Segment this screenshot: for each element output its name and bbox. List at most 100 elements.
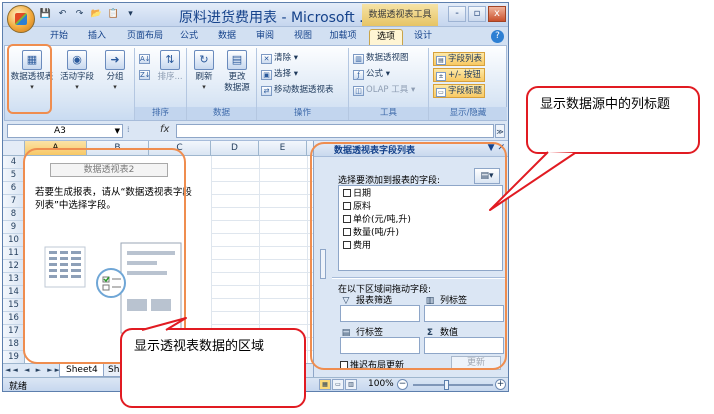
olap-tools-button[interactable]: ◫ OLAP 工具 ▾ [353,84,415,97]
row-header[interactable]: 18 [3,338,25,351]
zoom-level[interactable]: 100% [368,379,394,389]
select-button[interactable]: ▣ 选择 ▾ [261,68,298,81]
field-header-icon: ▭ [436,88,446,97]
sort-label: 排序... [157,72,183,82]
plusminus-icon: ± [436,72,446,81]
field-header-toggle[interactable]: ▭ 字段标题 [433,84,485,98]
sort-button[interactable]: ⇅ 排序... [155,50,185,83]
expand-formula-icon[interactable]: ≫ [495,124,505,138]
refresh-button[interactable]: ↻ 刷新 ▾ [189,50,219,91]
active-field-icon: ◉ [67,50,87,70]
change-source-button[interactable]: ▤ 更改 数据源 [219,50,255,94]
minimize-button[interactable]: - [448,6,466,22]
group-button[interactable]: ➜ 分组 ▾ [99,50,131,91]
chevron-down-icon: ▾ [410,85,416,95]
row-header[interactable]: 17 [3,325,25,338]
column-header-d[interactable]: D [211,141,259,156]
zoom-in-button[interactable]: + [495,379,506,390]
row-header[interactable]: 12 [3,260,25,273]
redo-icon[interactable]: ↷ [73,8,86,20]
field-header-label: 字段标题 [448,86,483,96]
zoom-slider[interactable] [413,384,493,386]
field-list-label: 字段列表 [448,54,483,64]
row-header[interactable]: 14 [3,286,25,299]
row-header[interactable]: 6 [3,182,25,195]
group-label-actions: 操作 [257,107,348,120]
paste-icon[interactable]: 📋 [107,8,120,20]
office-logo-icon [15,13,27,25]
zoom-slider-handle[interactable] [444,380,449,390]
group-show-hide: ▤ 字段列表 ± +/- 按钮 ▭ 字段标题 显示/隐藏 [429,48,507,120]
active-field-label: 活动字段 [59,72,94,82]
chevron-down-icon: ▾ [385,69,390,79]
sheet-nav-icon[interactable]: ◄◄ ◄ ► ►► [5,366,62,374]
active-field-button[interactable]: ◉ 活动字段 ▾ [57,50,97,91]
zoom-out-button[interactable]: − [397,379,408,390]
group-data: ↻ 刷新 ▾ ▤ 更改 数据源 数据 [187,48,257,120]
undo-icon[interactable]: ↶ [56,8,69,20]
row-header[interactable]: 5 [3,169,25,182]
formula-bar-grip-icon[interactable]: ⁞ [127,125,135,137]
chevron-down-icon: ▾ [202,83,206,91]
column-header-e[interactable]: E [259,141,307,156]
tab-view[interactable]: 视图 [287,29,319,45]
tab-addins[interactable]: 加载项 [323,29,363,45]
save-icon[interactable]: 💾 [39,8,52,20]
group-actions: ✕ 清除 ▾ ▣ 选择 ▾ ⇄ 移动数据透视表 操作 [257,48,349,120]
sort-za-button[interactable]: Z↓ [139,68,152,81]
tab-insert[interactable]: 插入 [81,29,113,45]
tab-page-layout[interactable]: 页面布局 [121,29,169,45]
group-label-data: 数据 [187,107,256,120]
row-header[interactable]: 7 [3,195,25,208]
open-icon[interactable]: 📂 [90,8,103,20]
tab-formulas[interactable]: 公式 [173,29,205,45]
customize-qat-icon[interactable]: ▾ [124,8,137,20]
row-header[interactable]: 11 [3,247,25,260]
row-header[interactable]: 16 [3,312,25,325]
select-all-corner[interactable] [3,141,25,156]
tab-options[interactable]: 选项 [369,29,403,45]
plusminus-toggle[interactable]: ± +/- 按钮 [433,68,485,82]
field-list-icon: ▤ [436,56,446,65]
tab-home[interactable]: 开始 [43,29,75,45]
tab-review[interactable]: 审阅 [249,29,281,45]
row-header[interactable]: 8 [3,208,25,221]
callout-column-headings: 显示数据源中的列标题 [526,86,700,154]
page-layout-view-icon[interactable]: ▭ [332,379,344,390]
clear-button[interactable]: ✕ 清除 ▾ [261,52,298,65]
fx-icon[interactable]: fx [160,124,169,135]
help-icon[interactable]: ? [491,30,504,43]
group-sort: A↓ Z↓ ⇅ 排序... 排序 [135,48,187,120]
row-header[interactable]: 10 [3,234,25,247]
olap-icon: ◫ [353,86,364,96]
olap-label: OLAP 工具 [366,85,409,95]
chevron-down-icon[interactable]: ▼ [115,125,120,137]
row-header[interactable]: 4 [3,156,25,169]
pivotchart-button[interactable]: ▥ 数据透视图 [353,52,409,65]
row-header[interactable]: 13 [3,273,25,286]
name-box[interactable]: A3 ▼ [7,124,123,138]
tab-data[interactable]: 数据 [211,29,243,45]
row-header[interactable]: 15 [3,299,25,312]
pivotchart-label: 数据透视图 [366,53,409,63]
move-pivottable-button[interactable]: ⇄ 移动数据透视表 [261,84,334,97]
formula-icon: ƒ [353,70,364,80]
page-break-view-icon[interactable]: ▥ [345,379,357,390]
gridline-column [307,156,308,369]
sort-az-button[interactable]: A↓ [139,52,152,65]
change-source-icon: ▤ [227,50,247,70]
normal-view-icon[interactable]: ▦ [319,379,331,390]
change-source-label2: 数据源 [224,83,250,93]
formula-button[interactable]: ƒ 公式 ▾ [353,68,390,81]
maximize-button[interactable]: ▫ [468,6,486,22]
view-buttons: ▦ ▭ ▥ [319,379,357,390]
select-label: 选择 [274,69,292,79]
field-list-toggle[interactable]: ▤ 字段列表 [433,52,485,66]
close-button[interactable]: x [488,6,506,22]
tab-design[interactable]: 设计 [407,29,439,45]
office-button[interactable] [7,5,35,33]
formula-input[interactable] [176,124,494,138]
sheet-tab-sheet4[interactable]: Sheet4 [59,364,105,377]
plusminus-label: +/- 按钮 [448,70,481,80]
row-header[interactable]: 9 [3,221,25,234]
